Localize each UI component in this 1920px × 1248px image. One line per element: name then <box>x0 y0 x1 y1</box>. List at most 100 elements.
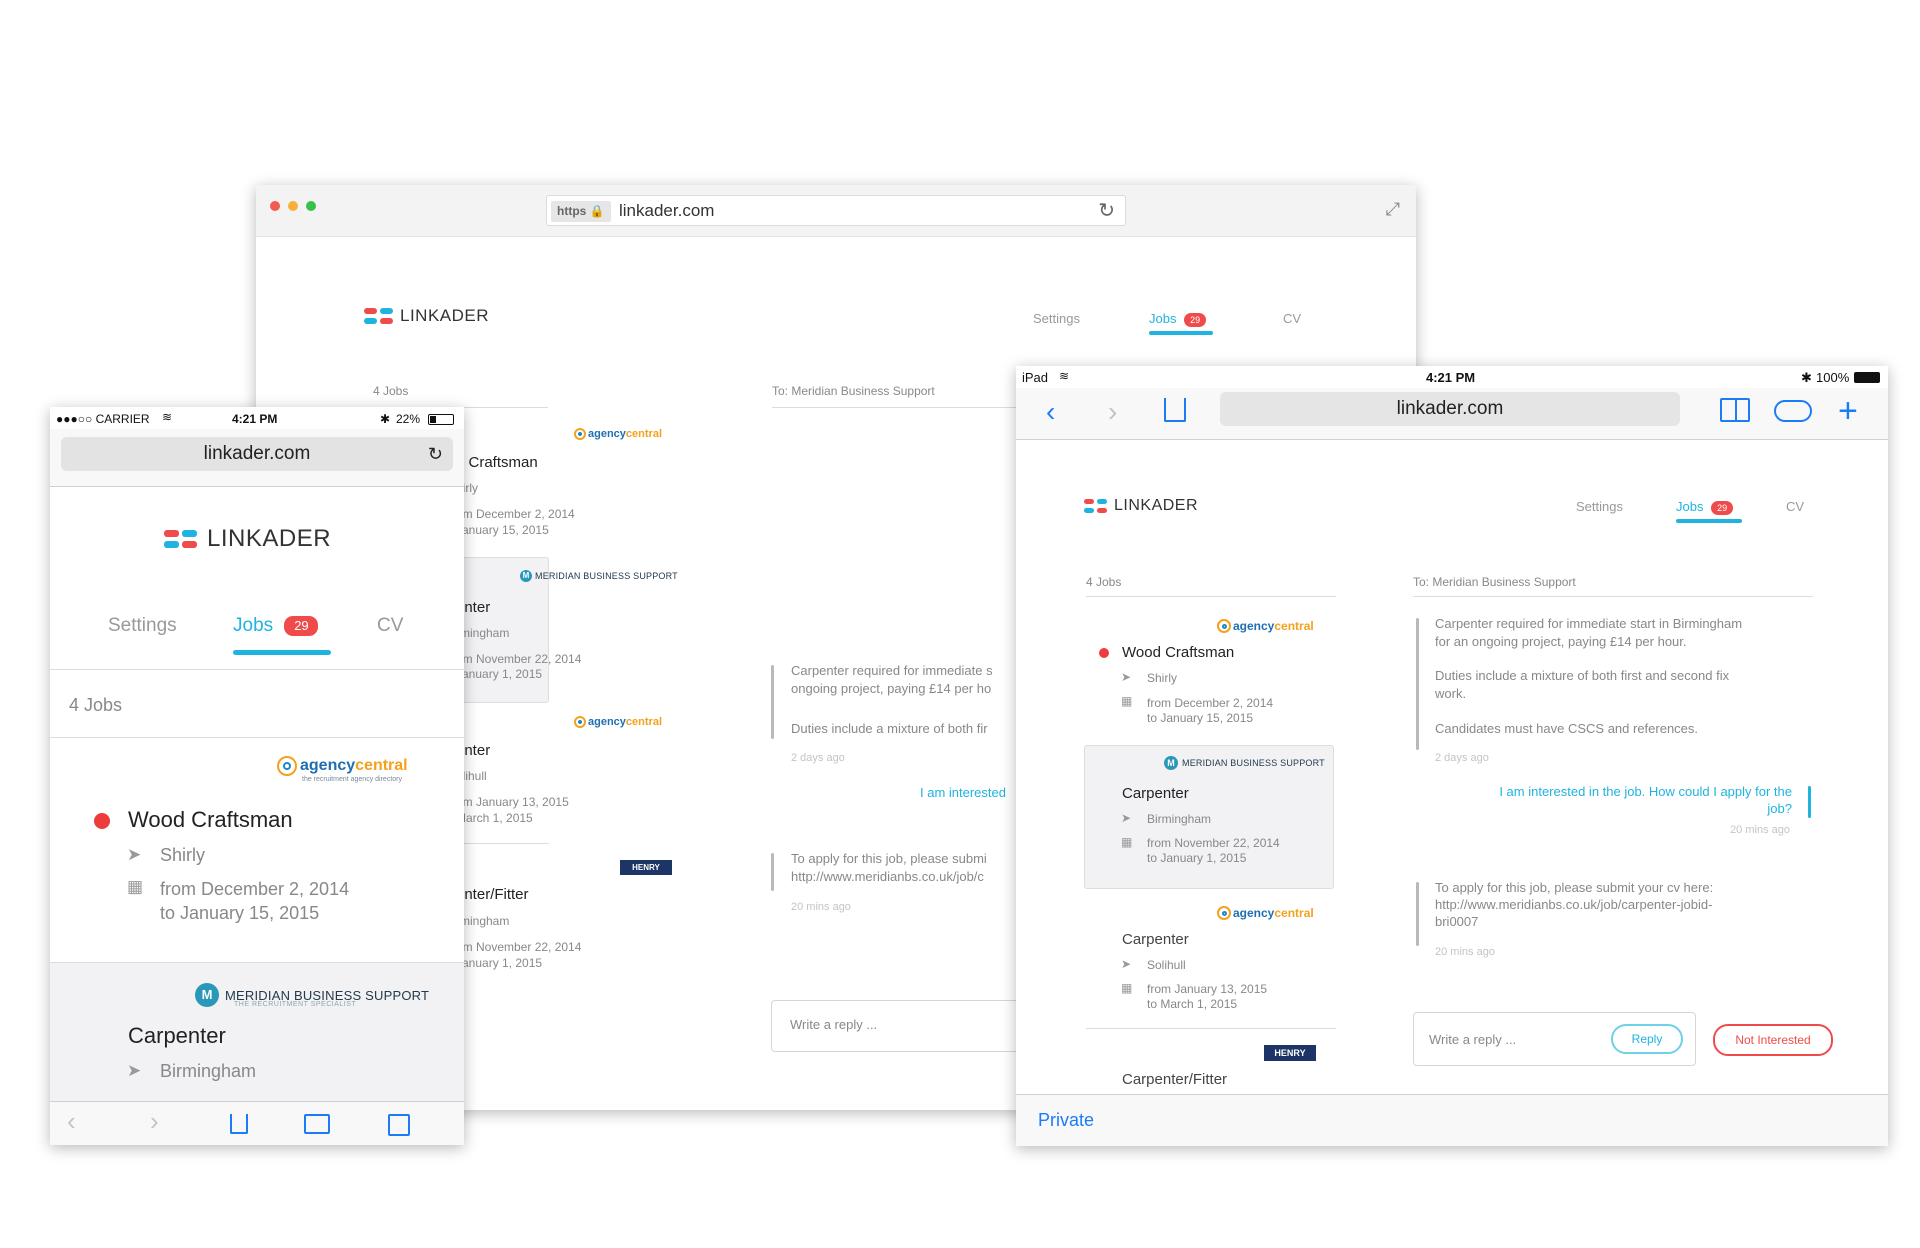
not-interested-button[interactable]: Not Interested <box>1713 1024 1833 1056</box>
reload-icon[interactable]: ↻ <box>1098 201 1115 221</box>
forward-icon[interactable]: › <box>1108 396 1117 428</box>
browser-toolbar: https 🔒 linkader.com ↻ ⤢ <box>256 185 1416 237</box>
bookmarks-icon[interactable] <box>304 1114 330 1134</box>
nav-jobs[interactable]: Jobs 29 <box>1149 311 1207 327</box>
device-label: iPad <box>1022 370 1049 385</box>
nav-settings[interactable]: Settings <box>108 615 177 637</box>
job-title[interactable]: Carpenter <box>1122 931 1189 948</box>
close-window-button[interactable] <box>270 201 280 211</box>
iphone-safari-toolbar: linkader.com ↻ <box>50 429 464 487</box>
job-title[interactable]: Carpenter <box>128 1023 226 1049</box>
nav-settings[interactable]: Settings <box>1033 311 1080 326</box>
job-date-from: from December 2, 2014 <box>1147 696 1274 710</box>
share-icon[interactable] <box>230 1114 248 1134</box>
jobs-count-label: 4 Jobs <box>1086 575 1122 589</box>
agency-central-tagline: the recruitment agency directory <box>302 776 402 783</box>
job-date-to: to January 15, 2015 <box>1147 711 1254 725</box>
message-text: To apply for this job, please submit you… <box>1435 880 1714 895</box>
back-icon[interactable]: ‹ <box>1046 396 1055 428</box>
location-icon: ➤ <box>1121 811 1132 825</box>
nav-jobs-underline <box>1676 519 1742 523</box>
reply-placeholder: Write a reply ... <box>790 1017 878 1032</box>
nav-jobs[interactable]: Jobs 29 <box>233 615 319 637</box>
job-company: Shirly <box>160 845 206 865</box>
address-bar[interactable]: https 🔒 linkader.com ↻ <box>546 195 1126 226</box>
reply-button[interactable]: Reply <box>1611 1024 1683 1054</box>
nav-settings[interactable]: Settings <box>1576 499 1623 514</box>
reply-bar <box>1808 786 1811 818</box>
message-time: 20 mins ago <box>1435 946 1495 958</box>
nav-jobs-label: Jobs <box>1676 499 1704 514</box>
tabs-icon[interactable] <box>388 1114 410 1136</box>
message-text: for an ongoing project, paying £14 per h… <box>1435 634 1687 649</box>
new-status-dot <box>1099 648 1109 658</box>
nav-cv[interactable]: CV <box>377 615 403 637</box>
agency-central-logo: agencycentral <box>1217 906 1314 920</box>
calendar-icon: ▦ <box>127 877 144 896</box>
nav-jobs[interactable]: Jobs 29 <box>1676 499 1734 515</box>
message-text: Duties include a mixture of both fir <box>791 721 988 736</box>
minimize-window-button[interactable] <box>288 201 298 211</box>
message-bar <box>1416 882 1419 946</box>
linkader-logo[interactable]: LINKADER <box>1084 497 1198 515</box>
message-text: To apply for this job, please submi <box>791 851 987 866</box>
wifi-icon: ≋ <box>162 410 173 424</box>
linkader-logo-icon <box>164 528 198 550</box>
job-title[interactable]: Wood Craftsman <box>1122 644 1234 661</box>
calendar-icon: ▦ <box>1121 694 1133 708</box>
divider <box>50 737 464 738</box>
reply-placeholder: Write a reply ... <box>1429 1032 1517 1047</box>
agency-central-logo: agencycentral <box>574 428 662 440</box>
message-bar <box>1416 618 1419 750</box>
logo-text: LINKADER <box>207 525 332 552</box>
ipad-status-bar: iPad ≋ 4:21 PM ✱ 100% <box>1016 366 1888 388</box>
reply-input[interactable]: Write a reply ... Reply <box>1413 1012 1696 1066</box>
linkader-logo-icon <box>364 306 394 326</box>
job-title[interactable]: Wood Craftsman <box>128 807 293 833</box>
job-title[interactable]: d Craftsman <box>456 454 538 471</box>
agency-central-logo: agencycentral <box>1217 619 1314 633</box>
reply-time: 20 mins ago <box>1730 824 1790 836</box>
battery-icon <box>428 414 454 425</box>
nav-cv[interactable]: CV <box>1283 311 1301 326</box>
reply-input[interactable]: Write a reply ... <box>771 1000 1031 1052</box>
divider <box>772 407 1022 408</box>
linkader-logo[interactable]: LINKADER <box>164 525 331 553</box>
message-text: work. <box>1435 686 1467 701</box>
nav-cv[interactable]: CV <box>1786 499 1804 514</box>
calendar-icon: ▦ <box>1121 981 1133 995</box>
forward-icon[interactable]: › <box>150 1106 159 1137</box>
back-icon[interactable]: ‹ <box>67 1106 76 1137</box>
message-time: 2 days ago <box>1435 752 1489 764</box>
battery-percent: 100% <box>1816 370 1850 385</box>
job-title[interactable]: Carpenter <box>1122 785 1189 802</box>
job-title[interactable]: Carpenter/Fitter <box>1122 1071 1227 1088</box>
job-date-to: to January 15, 2015 <box>160 903 320 923</box>
ipad-address-bar[interactable]: linkader.com <box>1220 392 1680 426</box>
maximize-window-button[interactable] <box>306 201 316 211</box>
ipad-bottom-bar: Private <box>1016 1094 1888 1146</box>
fullscreen-icon[interactable]: ⤢ <box>1386 199 1400 220</box>
message-text: http://www.meridianbs.co.uk/job/c <box>791 869 984 884</box>
battery-percent: 22% <box>396 412 421 426</box>
iphone-status-bar: ●●●○○ CARRIER ≋ 4:21 PM ✱ 22% <box>50 407 464 429</box>
linkader-logo[interactable]: LINKADER <box>364 306 489 326</box>
iphone-device: ●●●○○ CARRIER ≋ 4:21 PM ✱ 22% linkader.c… <box>50 407 464 1145</box>
share-icon[interactable] <box>1164 398 1186 422</box>
iphone-bottom-toolbar: ‹ › <box>50 1101 464 1145</box>
divider <box>1086 596 1336 597</box>
jobs-count-badge: 29 <box>1711 500 1734 515</box>
iphone-address-bar[interactable]: linkader.com ↻ <box>61 437 453 471</box>
carrier-label: ●●●○○ CARRIER <box>56 412 150 426</box>
bookmarks-icon-spine <box>1735 398 1737 422</box>
jobs-count-badge: 29 <box>284 615 319 636</box>
new-tab-icon[interactable]: + <box>1838 392 1858 431</box>
job-date-from: om December 2, 2014 <box>456 507 575 521</box>
job-date-to: January 1, 2015 <box>456 667 543 681</box>
icloud-tabs-icon[interactable] <box>1774 400 1812 422</box>
location-icon: ➤ <box>1121 670 1132 684</box>
job-title[interactable]: enter/Fitter <box>456 886 529 903</box>
reload-icon[interactable]: ↻ <box>428 437 443 471</box>
ipad-safari-toolbar: ‹ › linkader.com + <box>1016 388 1888 440</box>
private-browsing-button[interactable]: Private <box>1038 1110 1094 1131</box>
